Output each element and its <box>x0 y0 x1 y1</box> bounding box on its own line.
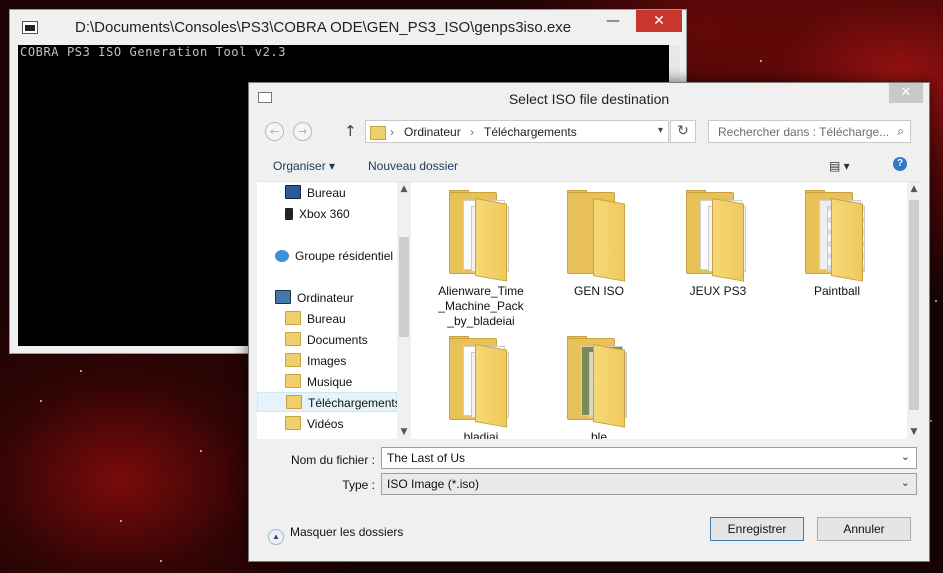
folder-icon <box>449 190 513 282</box>
file-item[interactable]: GEN ISO <box>549 184 649 299</box>
tree-item-images[interactable]: Images <box>285 351 346 371</box>
file-type-value: ISO Image (*.iso) <box>387 477 480 491</box>
folder-icon <box>805 190 869 282</box>
folder-icon <box>285 332 301 346</box>
organize-menu[interactable]: Organiser ▾ <box>273 159 335 173</box>
homegroup-icon <box>275 250 289 262</box>
download-folder-icon <box>286 395 302 409</box>
file-name: GEN ISO <box>573 284 624 298</box>
folder-icon <box>567 190 631 282</box>
up-button[interactable]: ↑ <box>344 122 357 140</box>
filename-field[interactable]: The Last of Us ⌄ <box>381 447 917 469</box>
folder-icon <box>567 336 631 428</box>
dialog-title: Select ISO file destination <box>508 91 670 107</box>
file-name: JEUX PS3 <box>689 284 747 298</box>
file-item[interactable]: ...ble... <box>549 330 649 439</box>
scroll-down-icon[interactable]: ▼ <box>397 427 411 437</box>
file-type-select[interactable]: ISO Image (*.iso) ⌄ <box>381 473 917 495</box>
save-button[interactable]: Enregistrer <box>710 517 804 541</box>
files-scroll-thumb[interactable] <box>909 200 919 410</box>
tree-scroll-thumb[interactable] <box>399 237 409 337</box>
chevron-down-icon[interactable]: ▾ <box>658 125 663 136</box>
back-button[interactable]: ← <box>265 122 284 141</box>
hide-folders-toggle[interactable]: ▲ Masquer les dossiers <box>268 525 403 545</box>
file-item[interactable]: Alienware_Time_Machine_Pack_by_bladeiai <box>431 184 531 329</box>
scroll-down-icon[interactable]: ▼ <box>907 427 921 437</box>
chevron-down-icon[interactable]: ⌄ <box>901 450 910 463</box>
search-icon[interactable]: ⌕ <box>897 124 904 139</box>
search-placeholder: Rechercher dans : Télécharge... <box>718 125 890 139</box>
file-list: Alienware_Time_Machine_Pack_by_bladeiai … <box>427 182 905 439</box>
address-bar[interactable]: › Ordinateur › Téléchargements ▾ <box>365 120 669 143</box>
console-titlebar[interactable]: D:\Documents\Consoles\PS3\COBRA ODE\GEN_… <box>10 10 686 46</box>
scroll-up-icon[interactable]: ▲ <box>907 184 921 194</box>
browser-pane: Bureau Xbox 360 Groupe résidentiel Ordin… <box>257 181 921 439</box>
file-name: Alienware_Time_Machine_Pack_by_bladeiai <box>438 284 524 328</box>
address-folder-icon <box>370 126 386 140</box>
tree-item-videos[interactable]: Vidéos <box>285 414 343 434</box>
navigation-bar: ← → ↑ › Ordinateur › Téléchargements ▾ ↻… <box>249 113 929 151</box>
file-item[interactable]: Paintball <box>787 184 887 299</box>
filename-value: The Last of Us <box>387 451 466 465</box>
filename-label: Nom du fichier : <box>290 453 375 467</box>
computer-icon <box>275 290 291 304</box>
tree-item-ordinateur[interactable]: Ordinateur <box>275 288 354 308</box>
folder-icon <box>285 416 301 430</box>
type-label: Type : <box>342 478 375 492</box>
refresh-button[interactable]: ↻ <box>670 120 696 143</box>
folder-icon <box>686 190 750 282</box>
minimize-button[interactable]: — <box>598 10 628 32</box>
breadcrumb-ordinateur[interactable]: Ordinateur <box>404 125 461 139</box>
scroll-up-icon[interactable]: ▲ <box>397 184 411 194</box>
tree-scrollbar[interactable]: ▲ ▼ <box>397 182 411 439</box>
command-bar: Organiser ▾ Nouveau dossier ▤ ▾ ? <box>249 151 929 181</box>
files-scrollbar[interactable]: ▲ ▼ <box>907 182 921 439</box>
tree-item-telechargements[interactable]: Téléchargements <box>257 392 401 412</box>
chevron-up-icon: ▲ <box>268 529 284 545</box>
chevron-down-icon[interactable]: ⌄ <box>901 476 910 489</box>
search-input[interactable]: Rechercher dans : Télécharge... ⌕ <box>708 120 911 143</box>
console-app-icon <box>22 21 38 34</box>
folder-icon <box>285 374 301 388</box>
file-name: ...bladiai... <box>453 430 509 439</box>
file-name: ...ble... <box>580 430 618 439</box>
help-icon[interactable]: ? <box>893 157 907 171</box>
folder-icon <box>285 353 301 367</box>
save-file-dialog: Select ISO file destination ✕ ← → ↑ › Or… <box>248 82 930 562</box>
console-title: D:\Documents\Consoles\PS3\COBRA ODE\GEN_… <box>75 19 572 36</box>
tree-item-documents[interactable]: Documents <box>285 330 368 350</box>
folder-icon <box>449 336 513 428</box>
dialog-close-button[interactable]: ✕ <box>889 83 923 103</box>
tree-item-musique[interactable]: Musique <box>285 372 352 392</box>
tree-item-bureau[interactable]: Bureau <box>285 183 346 203</box>
cancel-button[interactable]: Annuler <box>817 517 911 541</box>
breadcrumb-separator-icon: › <box>470 125 474 139</box>
forward-button[interactable]: → <box>293 122 312 141</box>
xbox-icon <box>285 208 293 220</box>
close-button[interactable]: ✕ <box>636 10 682 32</box>
dialog-titlebar[interactable]: Select ISO file destination ✕ <box>249 83 929 113</box>
folder-icon <box>285 311 301 325</box>
console-text: COBRA PS3 ISO Generation Tool v2.3 <box>20 45 287 59</box>
file-item[interactable]: JEUX PS3 <box>668 184 768 299</box>
monitor-icon <box>285 185 301 199</box>
tree-item-xbox360[interactable]: Xbox 360 <box>285 204 350 224</box>
tree-item-groupe-residentiel[interactable]: Groupe résidentiel <box>275 246 393 266</box>
view-options-button[interactable]: ▤ ▾ <box>829 159 850 173</box>
breadcrumb-separator-icon: › <box>390 125 394 139</box>
file-name: Paintball <box>813 284 861 298</box>
file-item[interactable]: ...bladiai... <box>431 330 531 439</box>
navigation-tree: Bureau Xbox 360 Groupe résidentiel Ordin… <box>257 182 409 439</box>
tree-item-bureau-folder[interactable]: Bureau <box>285 309 346 329</box>
breadcrumb-telechargements[interactable]: Téléchargements <box>484 125 577 139</box>
new-folder-button[interactable]: Nouveau dossier <box>368 159 458 173</box>
